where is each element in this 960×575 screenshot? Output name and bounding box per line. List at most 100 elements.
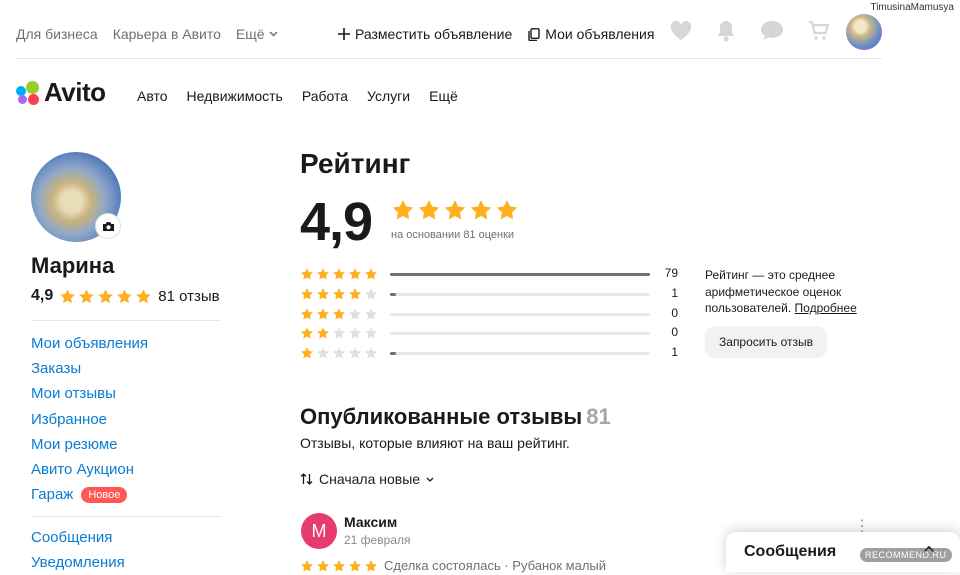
nav-services[interactable]: Услуги [367, 88, 410, 104]
sidebar-menu-main: Мои объявления Заказы Мои отзывы Избранн… [31, 331, 148, 507]
distribution-bar-track [390, 352, 650, 356]
sidebar-item-notifications[interactable]: Уведомления [31, 550, 125, 575]
star-filled-icon [301, 307, 313, 320]
nav-realty[interactable]: Недвижимость [187, 88, 283, 104]
sort-icon [300, 473, 313, 485]
request-review-button[interactable]: Запросить отзыв [705, 326, 827, 358]
distribution-row: 0 [300, 324, 680, 344]
star-empty-icon [317, 347, 329, 359]
star-filled-icon [418, 200, 440, 220]
for-business-link[interactable]: Для бизнеса [16, 26, 98, 42]
star-empty-icon [349, 327, 361, 339]
star-empty-icon [365, 327, 377, 339]
review-date: 21 февраля [344, 533, 411, 547]
star-filled-icon [470, 200, 492, 220]
distribution-row-stars [300, 287, 378, 301]
star-filled-icon [349, 287, 361, 300]
reviewer-name[interactable]: Максим [344, 514, 397, 530]
logo-dots-icon [16, 80, 40, 105]
sidebar-item-resumes[interactable]: Мои резюме [31, 432, 148, 457]
cart-icon[interactable] [808, 21, 830, 41]
profile-reviews-link[interactable]: 81 отзыв [158, 288, 219, 305]
sort-label: Сначала новые [319, 471, 421, 487]
chevron-down-icon [426, 477, 434, 482]
sidebar-item-favorites[interactable]: Избранное [31, 407, 148, 432]
star-filled-icon [333, 307, 345, 320]
star-filled-icon [365, 559, 377, 571]
star-filled-icon [392, 200, 414, 220]
profile-rating: 4,9 81 отзыв [31, 287, 220, 305]
sidebar-divider [31, 516, 221, 517]
star-filled-icon [365, 268, 377, 280]
distribution-bar-track [390, 332, 650, 336]
sidebar-item-my-reviews[interactable]: Мои отзывы [31, 381, 148, 406]
distribution-count: 0 [671, 325, 678, 340]
star-empty-icon [349, 347, 361, 359]
nav-auto[interactable]: Авто [137, 88, 168, 104]
star-filled-icon [317, 327, 329, 339]
nav-more[interactable]: Ещё [429, 88, 458, 104]
star-filled-icon [301, 287, 313, 300]
reviewer-avatar[interactable]: М [301, 513, 337, 549]
logo-text: Avito [44, 77, 106, 107]
distribution-row: 0 [300, 305, 680, 325]
review-more-menu-icon[interactable]: ⋮ [854, 519, 870, 535]
chat-icon[interactable] [760, 20, 784, 42]
star-empty-icon [349, 307, 361, 320]
more-link[interactable]: Ещё [236, 26, 278, 42]
rating-based-on: на основании 81 оценки [391, 229, 515, 241]
distribution-bar-track [390, 273, 650, 276]
distribution-bar-track [390, 312, 650, 316]
star-filled-icon [301, 268, 313, 280]
star-filled-icon [333, 287, 345, 300]
sidebar-item-my-ads[interactable]: Мои объявления [31, 331, 148, 356]
sidebar-item-orders[interactable]: Заказы [31, 356, 148, 381]
distribution-count: 1 [671, 345, 678, 360]
nav-jobs[interactable]: Работа [302, 88, 348, 104]
distribution-row: 1 [300, 285, 680, 305]
top-actions: Разместить объявление Мои объявления [338, 26, 654, 42]
star-filled-icon [444, 200, 466, 220]
profile-rating-stars [59, 288, 152, 305]
more-link-label: Ещё [235, 26, 265, 42]
plus-icon [338, 28, 350, 40]
review-stars [300, 559, 378, 573]
bell-icon[interactable] [716, 20, 736, 42]
star-filled-icon [317, 559, 329, 571]
change-photo-button[interactable] [96, 214, 120, 238]
distribution-row-stars [300, 326, 378, 340]
top-icons [670, 20, 830, 42]
rating-explanation: Рейтинг — это среднее арифметическое оце… [705, 267, 875, 317]
user-avatar[interactable] [846, 14, 882, 50]
avito-logo[interactable]: Avito [16, 77, 106, 108]
more-info-link[interactable]: Подробнее [795, 301, 857, 315]
star-filled-icon [333, 268, 345, 280]
distribution-bar-fill [390, 273, 650, 276]
career-link[interactable]: Карьера в Авито [113, 26, 221, 42]
distribution-row-stars [300, 307, 378, 321]
sort-dropdown[interactable]: Сначала новые [300, 471, 434, 487]
reviews-heading: Опубликованные отзывы 81 [300, 404, 611, 430]
post-ad-button[interactable]: Разместить объявление [338, 26, 512, 42]
rating-stars [391, 198, 519, 222]
messages-popup-title: Сообщения [744, 543, 837, 560]
recommend-watermark: RECOMMEND.RU [860, 548, 952, 562]
review-deal-text: Сделка состоялась · Рубанок малый [384, 558, 607, 573]
heart-icon[interactable] [670, 21, 692, 41]
sidebar-item-garage[interactable]: Гараж Новое [31, 482, 148, 507]
my-ads-button[interactable]: Мои объявления [528, 26, 654, 42]
sidebar-item-auction[interactable]: Авито Аукцион [31, 457, 148, 482]
distribution-row-stars [300, 346, 378, 360]
star-filled-icon [79, 288, 94, 303]
star-filled-icon [98, 288, 113, 303]
top-links: Для бизнеса Карьера в Авито Ещё [16, 26, 278, 42]
sidebar-item-messages[interactable]: Сообщения [31, 525, 125, 550]
sidebar-item-garage-label: Гараж [31, 486, 74, 504]
watermark-username: TimusinaMamusya [870, 2, 954, 13]
star-filled-icon [136, 288, 151, 303]
main-nav: Авто Недвижимость Работа Услуги Ещё [137, 88, 458, 104]
distribution-bar-fill [390, 292, 396, 296]
rating-title: Рейтинг [300, 148, 411, 179]
sidebar-divider [31, 320, 221, 321]
star-filled-icon [317, 268, 329, 280]
